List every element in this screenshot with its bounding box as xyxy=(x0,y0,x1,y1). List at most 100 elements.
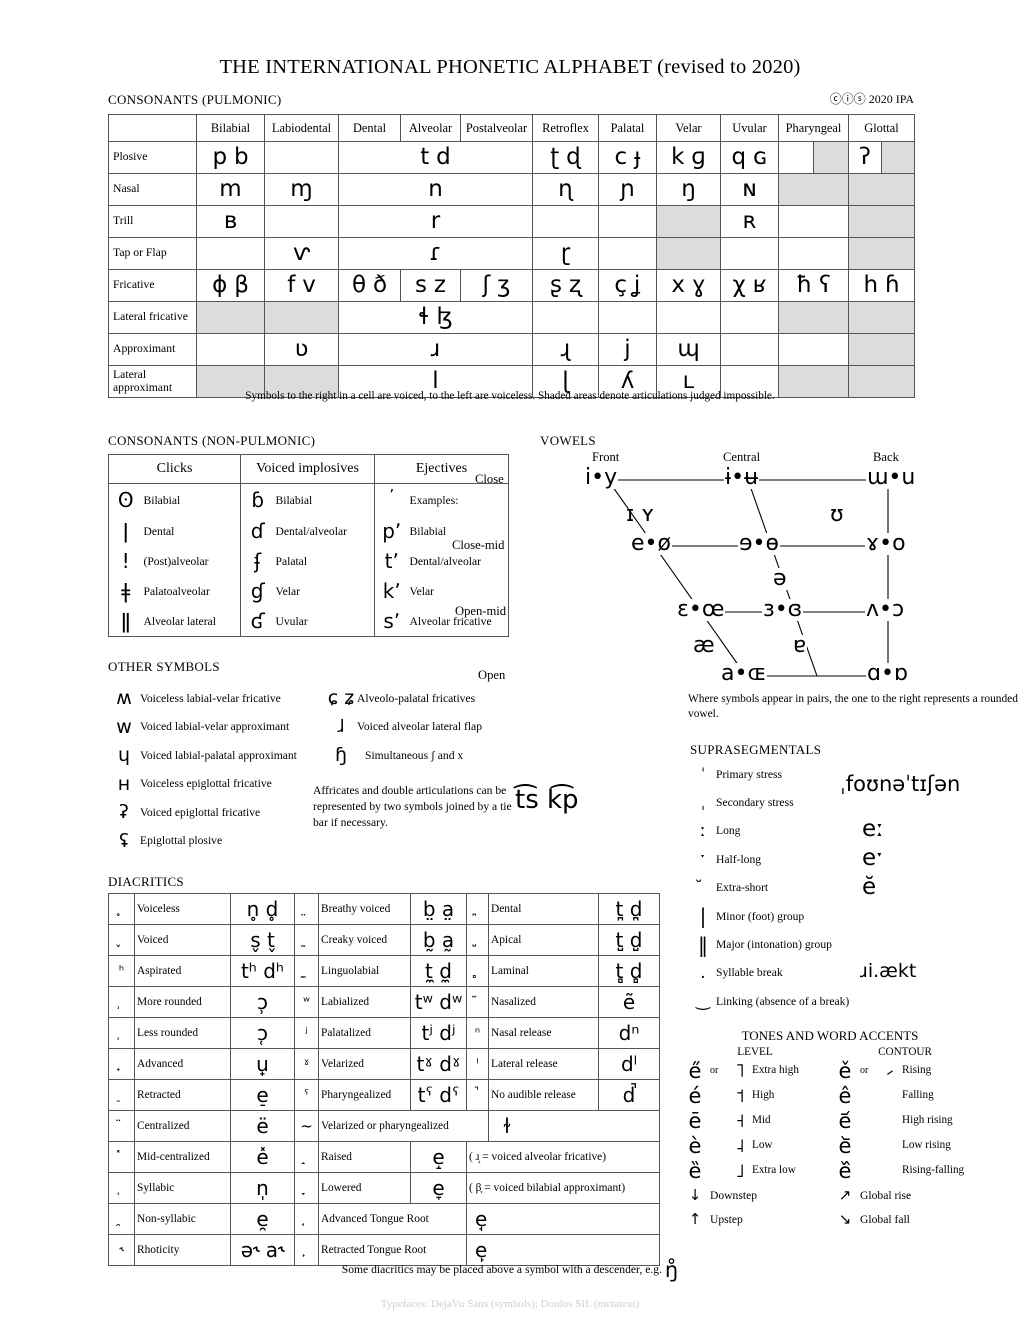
diacritic-extra-note: ( ɹ̝ = voiced alveolar fricative) xyxy=(467,1142,660,1173)
diacritic-name: Creaky voiced xyxy=(319,925,411,956)
tone-level-1: é ˦ High xyxy=(680,1084,830,1108)
sym: | xyxy=(690,904,716,928)
affricate-note: Affricates and double articulations can … xyxy=(313,783,513,831)
tone-mark: ⹠ xyxy=(878,1135,902,1157)
cell-latfric-dental-alveolar-postalveolar: ɬɮ xyxy=(339,302,533,334)
implosive-sym-1: ɗ xyxy=(241,516,275,546)
page-title: THE INTERNATIONAL PHONETIC ALPHABET (rev… xyxy=(0,56,1020,79)
cell-nasal-retroflex: ɳ xyxy=(533,174,599,206)
label: Mid xyxy=(752,1115,771,1126)
sym: ɰ xyxy=(677,338,699,361)
sym: ʀ xyxy=(743,210,757,233)
ejective-sym-1: pʼ xyxy=(375,516,409,546)
sym: ɱ xyxy=(290,178,312,201)
sym: ʜ xyxy=(108,773,140,795)
diacritic-example: n̩ xyxy=(231,1173,295,1204)
diacritic-mark: ̺ xyxy=(467,925,489,956)
col-uvular: Uvular xyxy=(721,115,779,142)
supra-example-phonetician: ˌfoʊnəˈtɪʃən xyxy=(840,772,960,796)
cell-tap-glottal xyxy=(849,238,915,270)
tone-mark: ˨ xyxy=(728,1135,752,1157)
sym: ʢ xyxy=(108,830,140,852)
sym: c xyxy=(615,146,628,169)
label: Half-long xyxy=(716,853,761,866)
ejective-sym-2: tʼ xyxy=(375,546,409,576)
sym: q xyxy=(732,146,747,169)
label: Voiced labial-palatal approximant xyxy=(140,749,297,762)
table-row: Approximant ʋ ɹ ɻ j ɰ xyxy=(109,334,915,366)
diacritic-name: Labialized xyxy=(319,987,411,1018)
diacritic-example: ɔ̹ xyxy=(231,987,295,1018)
sym: ʒ xyxy=(497,274,510,297)
diacritics-table: ̥Voicelessn̥ d̥ ̤Breathy voicedb̤ a̤ ̪De… xyxy=(108,893,660,1266)
diacritic-mark: ̰ xyxy=(295,925,319,956)
corner-cell xyxy=(109,115,197,142)
table-row: ̬Voiceds̬ t̬ ̰Creaky voicedb̰ a̰ ̺Apical… xyxy=(109,925,660,956)
label: Alveolo-palatal fricatives xyxy=(357,692,475,705)
cell-fricative-glottal: hɦ xyxy=(849,270,915,302)
click-sym-1: ǀ xyxy=(109,516,143,546)
col-velar: Velar xyxy=(657,115,721,142)
sym: ɡ xyxy=(691,146,706,169)
label: Syllable break xyxy=(716,966,783,979)
suprasegmentals-heading: SUPRASEGMENTALS xyxy=(690,742,821,758)
sym: ˈ xyxy=(690,765,716,783)
vowel-note: Where symbols appear in pairs, the one t… xyxy=(688,692,1020,722)
sym: ɥ xyxy=(108,744,140,766)
cell-tap-bilabial xyxy=(197,238,265,270)
supra-example-long: eː xyxy=(862,816,884,842)
table-row: ʘ Bilabial ɓ Bilabial ʼ Examples: xyxy=(109,484,509,517)
label: Extra high xyxy=(752,1065,799,1076)
table-row: Nasal m ɱ n ɳ ɲ ŋ ɴ xyxy=(109,174,915,206)
sym: d xyxy=(436,146,451,169)
label: Linking (absence of a break) xyxy=(716,995,849,1008)
sym: ˌ xyxy=(690,794,716,812)
cell-latfric-palatal xyxy=(599,302,657,334)
vowel-pair-open-mid-back: ʌ•ɔ xyxy=(865,599,905,621)
diacritic-example: ẽ xyxy=(599,987,660,1018)
vowel-pair-close-front: i•y xyxy=(584,467,618,489)
diacritic-example: t̺ d̺ xyxy=(599,925,660,956)
table-row: ̽Mid-centralizede̽ ̝Raised e̝ ( ɹ̝ = voi… xyxy=(109,1142,660,1173)
tone-contour-2: e᷄ ⹟ High rising xyxy=(830,1109,980,1133)
vowel-near-close-front: ɪ ʏ xyxy=(626,504,655,526)
sym: ↘ xyxy=(830,1210,860,1228)
col-dental: Dental xyxy=(339,115,401,142)
diacritic-name: Velarized xyxy=(319,1049,411,1080)
label: Primary stress xyxy=(716,768,782,781)
sym: ↓ xyxy=(680,1186,710,1204)
cell-tap-uvular xyxy=(721,238,779,270)
click-label-0: Bilabial xyxy=(143,484,241,517)
col-bilabial: Bilabial xyxy=(197,115,265,142)
copyright-notice: ⓒⓘⓢ 2020 IPA xyxy=(830,90,914,107)
table-row: Plosive pb td ʈɖ cɟ kɡ qɢ ʔ xyxy=(109,142,915,174)
sym: ɴ xyxy=(742,178,757,201)
table-row: Fricative ɸβ fv θð sz ʃʒ ʂʐ çʝ xɣ χʁ ħʕ … xyxy=(109,270,915,302)
cell-fricative-bilabial: ɸβ xyxy=(197,270,265,302)
diacritic-example: tʲ dʲ xyxy=(411,1018,467,1049)
table-row: Trill ʙ r ʀ xyxy=(109,206,915,238)
label: Epiglottal plosive xyxy=(140,834,222,847)
diacritic-name: Pharyngealized xyxy=(319,1080,411,1111)
descender-example: ŋ̊ xyxy=(665,1258,678,1282)
row-label-lateral-fricative: Lateral fricative xyxy=(109,302,197,334)
sym: s xyxy=(415,274,427,297)
implosive-label-4: Uvular xyxy=(275,606,375,637)
table-row: e̋ or ˥ Extra high ě or ⹝ Rising xyxy=(680,1058,980,1083)
cell-latfric-uvular xyxy=(721,302,779,334)
sym: ʝ xyxy=(634,274,641,297)
vowel-pair-close-central: ɨ•ʉ xyxy=(724,467,759,489)
nonpulmonic-heading: CONSONANTS (NON-PULMONIC) xyxy=(108,433,315,449)
table-row: ǂ Palatoalveolar ɠ Velar kʼ Velar xyxy=(109,576,509,606)
diacritic-mark: ̼ xyxy=(295,956,319,987)
cell-trill-glottal xyxy=(849,206,915,238)
diacritic-example: ë xyxy=(231,1111,295,1142)
list-item: ˑ Half-long xyxy=(690,845,990,873)
cell-approx-velar: ɰ xyxy=(657,334,721,366)
sym: é xyxy=(680,1084,710,1108)
diacritic-mark: ̠ xyxy=(109,1080,135,1111)
cell-fricative-labiodental: fv xyxy=(265,270,339,302)
table-row: ʰAspiratedtʰ dʰ ̼Linguolabialt̼ d̼ ̻Lami… xyxy=(109,956,660,987)
tone-contour-4: e᷈ ⹡ Rising-falling xyxy=(830,1159,980,1183)
list-item: ‿ Linking (absence of a break) xyxy=(690,987,990,1015)
